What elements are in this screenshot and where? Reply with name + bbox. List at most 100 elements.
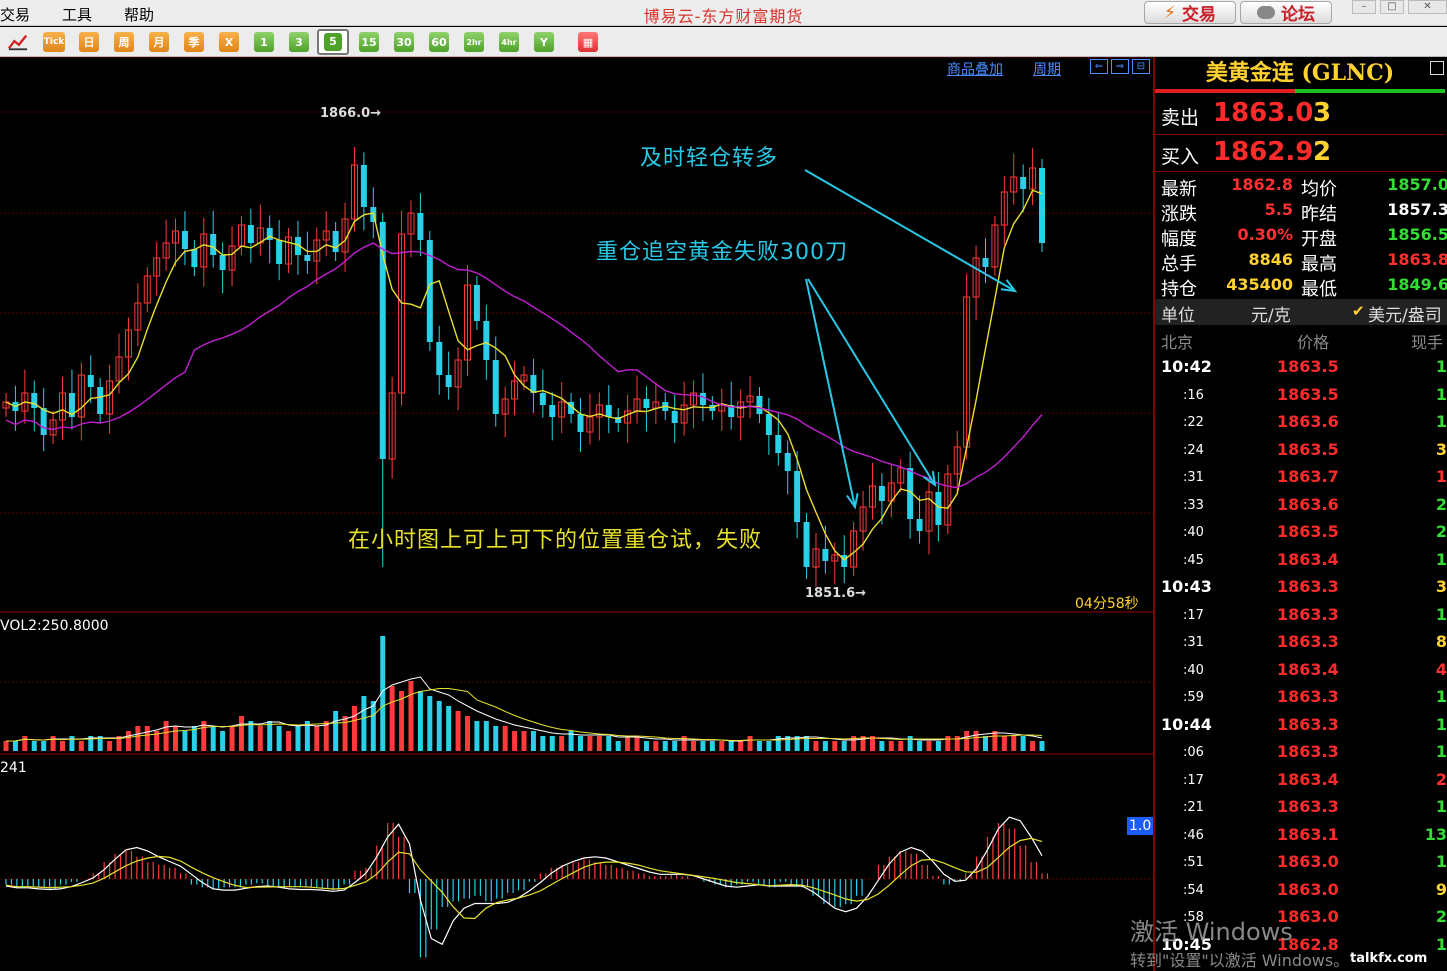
tick-volume: 1 — [1435, 797, 1447, 816]
tick-price: 1863.7 — [1277, 467, 1339, 486]
volume-bar — [559, 736, 565, 751]
volume-bar — [483, 721, 489, 751]
candle-body — [445, 375, 452, 387]
candle-body — [549, 405, 556, 417]
chart-trend-icon[interactable] — [8, 32, 28, 52]
forum-button[interactable]: 论坛 — [1240, 1, 1332, 25]
stat-value: 5.5 — [1264, 200, 1293, 219]
arrow-short-1 — [805, 278, 856, 508]
high-arrow-icon: → — [370, 106, 382, 121]
volume-bar — [587, 736, 593, 751]
chart-nav-icons[interactable]: ⇐ ⇒ ⊟ — [1090, 59, 1150, 74]
minimize-button[interactable]: – — [1352, 0, 1376, 14]
tick-time: :45 — [1183, 552, 1204, 568]
candle-body — [916, 519, 923, 531]
tick-row[interactable]: :06 1863.3 1 — [1155, 742, 1447, 768]
tick-row[interactable]: 10:42 1863.5 1 — [1155, 357, 1447, 383]
tick-volume: 3 — [1435, 577, 1447, 596]
tick-row[interactable]: :21 1863.3 1 — [1155, 797, 1447, 823]
tick-row[interactable]: :51 1863.0 1 — [1155, 852, 1447, 878]
period-quarter-button[interactable]: 季 — [184, 32, 204, 52]
volume-bar — [502, 726, 508, 751]
volume-bar — [917, 741, 923, 751]
tick-row[interactable]: :22 1863.6 1 — [1155, 412, 1447, 438]
candle-body — [671, 411, 678, 423]
tick-volume: 2 — [1435, 769, 1447, 789]
tick-row[interactable]: :59 1863.3 1 — [1155, 687, 1447, 713]
tick-row[interactable]: :31 1863.3 8 — [1155, 632, 1447, 658]
divider — [1155, 171, 1445, 172]
period-link[interactable]: 周期 — [1033, 59, 1061, 79]
trade-button[interactable]: ⚡ 交易 — [1144, 1, 1236, 25]
nav-right-icon[interactable]: ⇒ — [1111, 59, 1129, 74]
tick-button[interactable]: Tick — [43, 32, 65, 52]
chart-area[interactable]: 商品叠加 周期 ⇐ ⇒ ⊟ 及时轻仓转多 重仓追空黄金失败300刀 在小时图上可… — [0, 57, 1154, 971]
stat-label: 开盘 — [1301, 229, 1337, 250]
maximize-button[interactable]: □ — [1380, 0, 1404, 14]
unit-value[interactable]: 元/克 — [1251, 301, 1291, 326]
tick-row[interactable]: :40 1863.4 4 — [1155, 660, 1447, 686]
minute-30-button[interactable]: 30 — [394, 32, 414, 52]
minute-5-button[interactable]: 5 — [317, 29, 349, 55]
annotation-turn-long: 及时轻仓转多 — [640, 146, 779, 171]
period-x-button[interactable]: X — [219, 32, 239, 52]
stat-label: 持仓 — [1161, 279, 1197, 300]
overlay-link[interactable]: 商品叠加 — [947, 59, 1003, 79]
minute-60-button[interactable]: 60 — [429, 32, 449, 52]
volume-bar — [756, 741, 762, 751]
minute-15-button[interactable]: 15 — [359, 32, 379, 52]
candle-body — [210, 234, 217, 255]
volume-bar — [1020, 736, 1026, 751]
volume-bar — [841, 741, 847, 751]
chart-canvas[interactable] — [0, 57, 1153, 971]
quote-panel: 美黄金连 (GLNC) 卖出 1863.0 3 买入 1862.9 2 最新 18… — [1153, 57, 1447, 971]
volume-bar — [276, 726, 282, 751]
volume-bar — [427, 696, 433, 751]
volume-bar — [935, 741, 941, 751]
tick-volume: 1 — [1435, 549, 1447, 569]
volume-bar — [257, 726, 263, 751]
period-week-button[interactable]: 周 — [114, 32, 134, 52]
currency-unit[interactable]: 美元/盎司 — [1368, 301, 1442, 326]
forum-button-label: 论坛 — [1281, 5, 1315, 25]
annotation-short-failed: 重仓追空黄金失败300刀 — [596, 240, 848, 265]
sell-strength-bar — [1155, 89, 1295, 93]
volume-bar — [973, 731, 979, 751]
minute-5-inner: 5 — [324, 33, 342, 51]
volume-bar — [436, 701, 442, 751]
calculator-icon[interactable]: ▦ — [578, 32, 598, 52]
minute-3-button[interactable]: 3 — [289, 32, 309, 52]
candle-body — [40, 408, 47, 435]
hour-4-button[interactable]: 4hr — [499, 32, 519, 52]
symbol-menu-icon[interactable] — [1430, 61, 1444, 75]
tick-row[interactable]: 10:43 1863.3 3 — [1155, 577, 1447, 603]
year-button[interactable]: Y — [534, 32, 554, 52]
tick-volume: 1 — [1435, 384, 1447, 404]
volume-bar — [643, 741, 649, 751]
candle-body — [1039, 168, 1045, 243]
period-day-button[interactable]: 日 — [79, 32, 99, 52]
stat-label: 均价 — [1301, 179, 1337, 200]
tick-row[interactable]: :33 1863.6 2 — [1155, 495, 1447, 521]
tick-row[interactable]: :40 1863.5 2 — [1155, 522, 1447, 548]
tick-row[interactable]: :45 1863.4 1 — [1155, 550, 1447, 576]
period-month-button[interactable]: 月 — [149, 32, 169, 52]
volume-bar — [879, 741, 885, 751]
tick-time: :17 — [1183, 772, 1204, 788]
close-button[interactable]: ✕ — [1408, 0, 1447, 14]
tick-row[interactable]: :24 1863.5 3 — [1155, 440, 1447, 466]
hour-2-button[interactable]: 2hr — [464, 32, 484, 52]
tick-row[interactable]: :31 1863.7 1 — [1155, 467, 1447, 493]
nav-left-icon[interactable]: ⇐ — [1090, 59, 1108, 74]
tick-row[interactable]: :46 1863.1 13 — [1155, 825, 1447, 851]
nav-split-icon[interactable]: ⊟ — [1132, 59, 1150, 74]
minute-1-button[interactable]: 1 — [254, 32, 274, 52]
tick-row[interactable]: :17 1863.4 2 — [1155, 770, 1447, 796]
tick-price: 1863.3 — [1277, 687, 1339, 706]
tick-row[interactable]: 10:44 1863.3 1 — [1155, 715, 1447, 741]
tick-row[interactable]: :16 1863.5 1 — [1155, 385, 1447, 411]
tick-row[interactable]: :17 1863.3 1 — [1155, 605, 1447, 631]
tick-row[interactable]: :54 1863.0 9 — [1155, 880, 1447, 906]
candle-body — [841, 555, 848, 567]
volume-bar — [606, 736, 612, 751]
